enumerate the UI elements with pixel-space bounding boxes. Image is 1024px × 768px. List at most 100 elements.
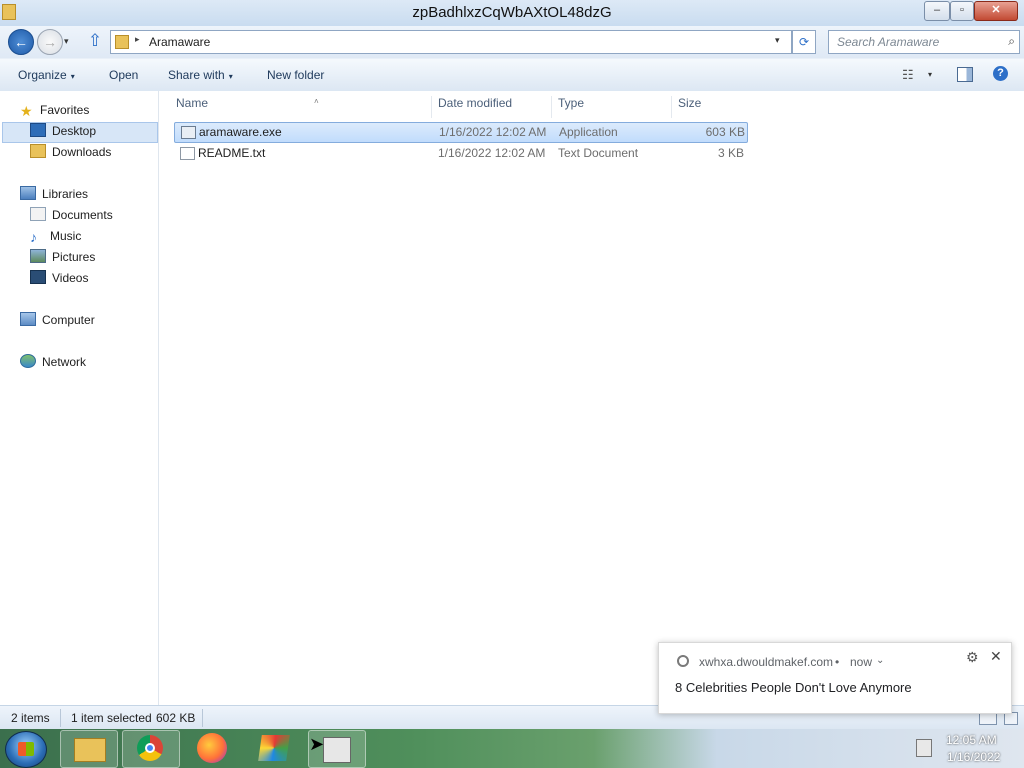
nav-label: Computer (42, 313, 95, 327)
application-icon (181, 126, 196, 139)
nav-item-desktop[interactable]: Desktop (30, 121, 96, 141)
gear-icon[interactable]: ⚙ (966, 649, 979, 666)
file-row-aramaware-exe[interactable]: aramaware.exe 1/16/2022 12:02 AM Applica… (174, 122, 748, 143)
nav-item-network[interactable]: Network (20, 352, 86, 372)
nav-label: Desktop (52, 124, 97, 138)
search-icon[interactable]: ⌕ (1008, 34, 1015, 49)
star-icon: ★ (20, 103, 33, 119)
nav-label: Downloads (52, 145, 112, 159)
view-dropdown-icon[interactable]: ▾ (928, 70, 932, 79)
column-header-date-modified[interactable]: Date modified (438, 96, 552, 118)
address-bar[interactable]: ▸ Aramaware ▾ (110, 30, 792, 54)
column-header-name[interactable]: ˄ Name (176, 96, 432, 118)
title-bar: zpBadhlxzCqWbAXtOL48dzG – ▫ ✕ (0, 0, 1024, 27)
column-header-size[interactable]: Size (678, 96, 750, 118)
open-button[interactable]: Open (109, 68, 138, 82)
mouse-cursor-icon: ➤ (309, 734, 325, 754)
organize-label: Organize (18, 68, 67, 82)
status-divider (60, 709, 61, 727)
preview-pane-icon[interactable] (957, 67, 973, 82)
nav-label: Network (42, 355, 87, 369)
nav-item-downloads[interactable]: Downloads (30, 142, 111, 162)
file-row-readme-txt[interactable]: README.txt 1/16/2022 12:02 AM Text Docum… (174, 144, 746, 163)
chevron-down-icon: ▾ (228, 72, 233, 81)
recent-pages-dropdown-icon[interactable]: ▾ (64, 36, 69, 47)
refresh-icon[interactable]: ⟳ (792, 30, 816, 54)
search-box[interactable]: ⌕ (828, 30, 1020, 54)
music-icon: ♪ (30, 229, 37, 245)
command-bar: Organize ▾ Open Share with ▾ New folder ☷ … (0, 58, 1024, 92)
nav-label: Videos (52, 271, 89, 285)
file-name: aramaware.exe (199, 125, 282, 139)
file-type: Application (559, 125, 618, 139)
selection-size: 602 KB (156, 711, 196, 725)
file-size: 603 KB (705, 125, 745, 139)
nav-item-favorites[interactable]: ★ Favorites (20, 100, 89, 120)
notification-message[interactable]: 8 Celebrities People Don't Love Anymore (675, 680, 912, 695)
nav-label: Documents (52, 208, 113, 222)
address-row: ← → ▾ ⇧ ▸ Aramaware ▾ ⟳ ⌕ (0, 26, 1024, 58)
notification-dot: • (835, 655, 840, 669)
videos-icon (30, 270, 46, 284)
column-label: Name (176, 96, 209, 110)
computer-icon (20, 312, 36, 326)
pictures-icon (30, 249, 46, 263)
file-name: README.txt (198, 146, 266, 160)
firefox-icon[interactable] (197, 733, 227, 763)
taskbar-chrome-button[interactable] (122, 730, 180, 768)
taskbar: 12:05 AM 1/16/2022 (0, 729, 1024, 768)
close-button[interactable]: ✕ (974, 1, 1018, 21)
back-button[interactable]: ← (8, 29, 34, 55)
action-center-flag-icon[interactable] (916, 739, 932, 757)
file-size: 3 KB (717, 146, 744, 160)
up-arrow-icon[interactable]: ⇧ (86, 30, 104, 52)
clock-time[interactable]: 12:05 AM (946, 733, 997, 747)
new-folder-button[interactable]: New folder (267, 68, 324, 82)
breadcrumb-separator-icon[interactable]: ▸ (135, 34, 140, 45)
help-icon[interactable]: ? (993, 66, 1008, 81)
organize-button[interactable]: Organize ▾ (18, 68, 75, 82)
nav-item-computer[interactable]: Computer (20, 310, 95, 330)
status-divider (202, 709, 203, 727)
explorer-icon (74, 738, 106, 762)
share-with-label: Share with (168, 68, 225, 82)
chevron-down-icon[interactable]: ⌄ (876, 655, 884, 666)
nav-label: Pictures (52, 250, 96, 264)
downloads-icon (30, 144, 46, 158)
navigation-pane: ★ Favorites Desktop Downloads Libraries D… (0, 91, 159, 705)
nav-item-libraries[interactable]: Libraries (20, 184, 88, 204)
nav-label: Libraries (42, 187, 89, 201)
notification-site: xwhxa.dwouldmakef.com (699, 655, 834, 669)
browser-notification[interactable]: xwhxa.dwouldmakef.com • now ⌄ ⚙ ✕ 8 Cele… (658, 642, 1012, 714)
sort-ascending-icon: ˄ (314, 97, 319, 106)
close-icon[interactable]: ✕ (990, 648, 1002, 665)
address-dropdown-icon[interactable]: ▾ (775, 35, 780, 46)
text-document-icon (180, 147, 195, 160)
breadcrumb-aramaware[interactable]: Aramaware (149, 35, 210, 49)
nav-label: Favorites (40, 103, 90, 117)
taskbar-explorer-button[interactable] (60, 730, 118, 768)
share-with-button[interactable]: Share with ▾ (168, 68, 233, 82)
windows-logo-icon (18, 742, 34, 756)
nav-item-pictures[interactable]: Pictures (30, 247, 95, 267)
chrome-logo-icon (677, 655, 689, 667)
search-input[interactable] (835, 34, 999, 50)
nav-item-music[interactable]: ♪ Music (30, 226, 81, 246)
start-button[interactable] (5, 731, 47, 768)
file-date: 1/16/2022 12:02 AM (439, 125, 547, 139)
forward-button[interactable]: → (37, 29, 63, 55)
chrome-icon (137, 735, 163, 761)
nav-item-documents[interactable]: Documents (30, 205, 113, 225)
minimize-button[interactable]: – (924, 1, 950, 21)
change-view-icon[interactable]: ☷ (902, 67, 914, 83)
nav-item-videos[interactable]: Videos (30, 268, 88, 288)
clock-date[interactable]: 1/16/2022 (947, 750, 1000, 764)
file-list: ˄ Name Date modified Type Size aramaware.… (159, 91, 1024, 705)
network-icon (20, 354, 36, 368)
file-date: 1/16/2022 12:02 AM (438, 146, 546, 160)
desktop-icon (30, 123, 46, 137)
maximize-button[interactable]: ▫ (950, 1, 974, 21)
column-header-type[interactable]: Type (558, 96, 672, 118)
libraries-icon (20, 186, 36, 200)
app-cube-icon[interactable] (258, 735, 290, 761)
